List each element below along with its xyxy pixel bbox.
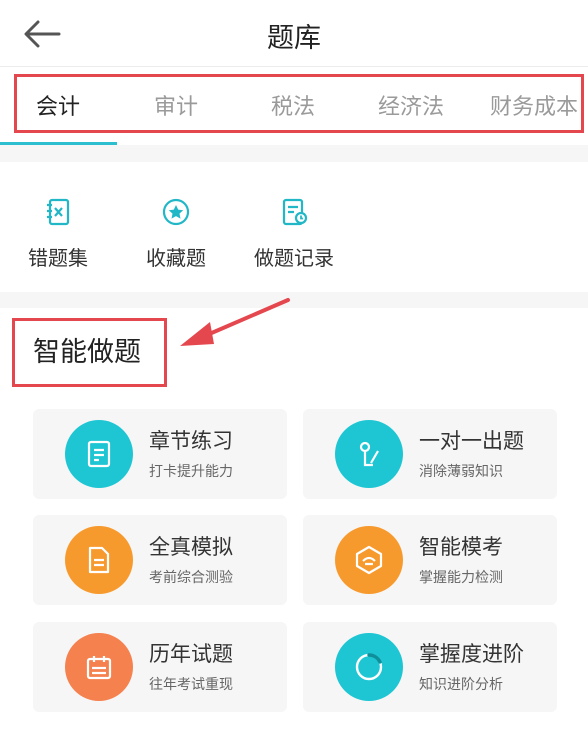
card-full-mock[interactable]: 全真模拟 考前综合测验	[33, 515, 287, 605]
shortcut-label: 收藏题	[146, 246, 206, 270]
shortcut-favorites[interactable]: 收藏题	[116, 196, 236, 271]
card-icon-circle	[335, 633, 403, 701]
progress-ring-icon	[355, 653, 383, 681]
shortcut-history[interactable]: 做题记录	[234, 196, 354, 271]
shortcut-bar: 错题集 收藏题 做题记录	[0, 162, 588, 292]
card-subtitle: 消除薄弱知识	[419, 464, 503, 480]
card-past-exams[interactable]: 历年试题 往年考试重现	[33, 622, 287, 712]
card-subtitle: 往年考试重现	[149, 677, 233, 693]
shortcut-wrong-book[interactable]: 错题集	[0, 196, 118, 271]
card-mastery-advance[interactable]: 掌握度进阶 知识进阶分析	[303, 622, 557, 712]
shortcut-gap	[0, 292, 588, 308]
card-subtitle: 打卡提升能力	[149, 464, 233, 480]
card-title: 历年试题	[149, 642, 233, 666]
section-highlight-box	[12, 318, 167, 387]
card-icon-circle	[335, 420, 403, 488]
one-on-one-icon	[359, 441, 379, 467]
smart-exam-icon	[355, 545, 383, 575]
paper-icon	[88, 546, 110, 574]
tabs-gap	[0, 145, 588, 162]
document-icon	[87, 440, 111, 468]
card-title: 智能模考	[419, 535, 503, 559]
shortcut-label: 做题记录	[254, 246, 334, 270]
wrong-book-icon	[47, 198, 70, 226]
page-title: 题库	[267, 23, 321, 54]
card-icon-circle	[335, 526, 403, 594]
calendar-icon	[86, 656, 112, 680]
card-title: 章节练习	[149, 429, 233, 453]
card-subtitle: 考前综合测验	[149, 570, 233, 586]
active-tab-indicator	[0, 142, 117, 145]
card-icon-circle	[65, 420, 133, 488]
card-icon-circle	[65, 526, 133, 594]
card-subtitle: 掌握能力检测	[419, 570, 503, 586]
card-title: 一对一出题	[419, 429, 524, 453]
card-title: 全真模拟	[149, 535, 233, 559]
card-chapter-practice[interactable]: 章节练习 打卡提升能力	[33, 409, 287, 499]
record-icon	[282, 198, 308, 226]
card-title: 掌握度进阶	[419, 642, 524, 666]
app-header: 题库	[0, 0, 588, 66]
tabs-highlight-box	[14, 74, 584, 133]
shortcut-label: 错题集	[28, 246, 88, 270]
card-one-on-one[interactable]: 一对一出题 消除薄弱知识	[303, 409, 557, 499]
star-icon	[162, 198, 190, 226]
card-smart-exam[interactable]: 智能模考 掌握能力检测	[303, 515, 557, 605]
card-icon-circle	[65, 633, 133, 701]
card-subtitle: 知识进阶分析	[419, 677, 503, 693]
annotation-arrow	[180, 298, 290, 346]
